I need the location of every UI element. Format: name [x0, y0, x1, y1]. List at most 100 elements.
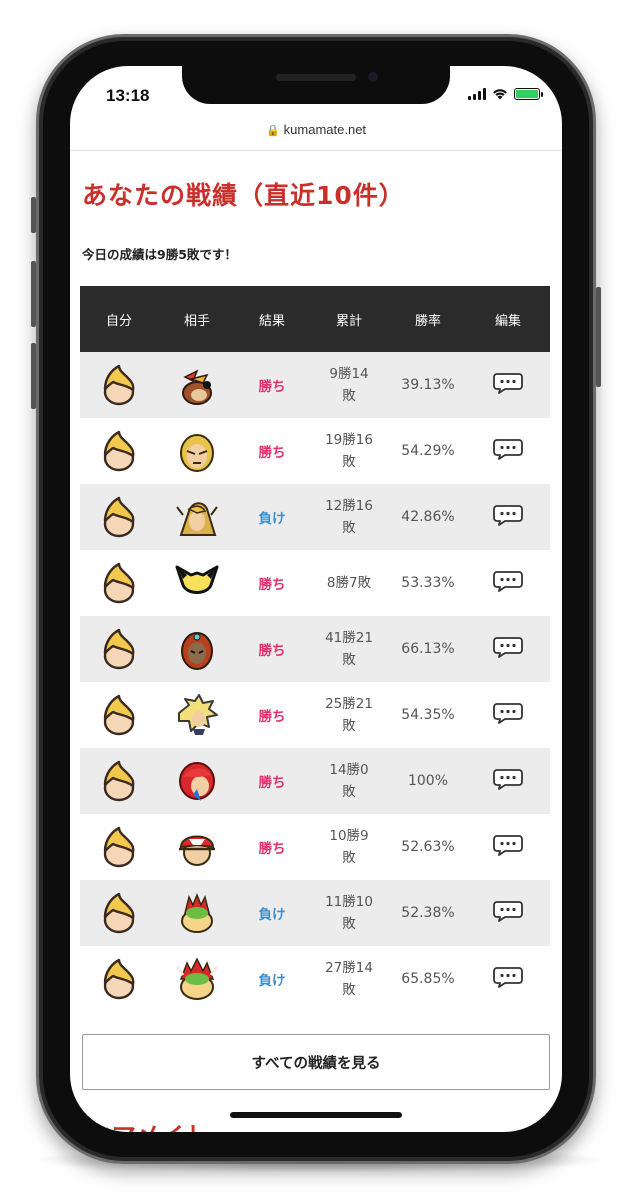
lucas-icon: [97, 825, 141, 869]
record-text-bottom: 敗: [342, 982, 356, 998]
edit-comment-icon[interactable]: [493, 767, 523, 795]
edit-comment-icon[interactable]: [493, 569, 523, 597]
table-row: 負け 12勝16 敗 42.86%: [80, 484, 550, 550]
lucas-icon: [97, 891, 141, 935]
edit-comment-icon[interactable]: [493, 371, 523, 399]
win-rate-cell: 54.35%: [401, 707, 455, 723]
view-all-results-button[interactable]: すべての戦績を見る: [82, 1034, 550, 1090]
win-rate-cell: 42.86%: [401, 509, 455, 525]
lucas-icon: [97, 759, 141, 803]
bowser-icon: [175, 957, 219, 1001]
table-row: 勝ち 14勝0 敗 100%: [80, 748, 550, 814]
url-text: kumamate.net: [283, 122, 367, 137]
home-indicator[interactable]: [230, 1112, 402, 1118]
today-summary: 今日の成績は9勝5敗です！: [82, 247, 237, 262]
lucas-icon: [97, 429, 141, 473]
edit-cell: [466, 437, 550, 465]
address-bar-divider: [70, 150, 562, 151]
header-record: 累計: [335, 313, 362, 329]
edit-cell: [466, 503, 550, 531]
record-text-top: 12勝16: [325, 498, 373, 514]
result-cell: 勝ち: [236, 837, 308, 857]
table-body: 勝ち 9勝14 敗 39.13% 勝ち 19勝16 敗 54.29% 負け 12勝16 敗 42.86…: [80, 352, 550, 1012]
opponent-character-cell: [158, 759, 236, 803]
edit-cell: [466, 899, 550, 927]
opponent-character-cell: [158, 429, 236, 473]
self-character-cell: [80, 825, 158, 869]
self-character-cell: [80, 957, 158, 1001]
header-self: 自分: [105, 313, 132, 329]
record-cell: 14勝0 敗: [308, 759, 390, 803]
battery-icon: [514, 88, 543, 100]
table-row: 勝ち 10勝9 敗 52.63%: [80, 814, 550, 880]
table-row: 勝ち 19勝16 敗 54.29%: [80, 418, 550, 484]
opponent-character-cell: [158, 495, 236, 539]
table-row: 勝ち 8勝7敗 53.33%: [80, 550, 550, 616]
self-character-cell: [80, 363, 158, 407]
self-character-cell: [80, 759, 158, 803]
result-cell: 負け: [236, 969, 308, 989]
record-text-top: 11勝10: [325, 894, 373, 910]
lucas-icon: [97, 627, 141, 671]
result-label: 勝ち: [258, 643, 286, 659]
edit-comment-icon[interactable]: [493, 965, 523, 993]
result-cell: 負け: [236, 903, 308, 923]
record-text-bottom: 敗: [342, 520, 356, 536]
record-text-top: 10勝9: [329, 828, 369, 844]
record-cell: 10勝9 敗: [308, 825, 390, 869]
self-character-cell: [80, 429, 158, 473]
record-text-top: 41勝21: [325, 630, 373, 646]
result-label: 勝ち: [258, 775, 286, 791]
edit-cell: [466, 701, 550, 729]
result-cell: 勝ち: [236, 573, 308, 593]
record-text-top: 14勝0: [329, 762, 369, 778]
phone-screen: 13:18 🔒 kumamate.net あなたの戦績（直近10件） 今日の成績は…: [70, 66, 562, 1132]
opponent-character-cell: [158, 627, 236, 671]
mute-switch: [31, 197, 36, 233]
roy-icon: [175, 759, 219, 803]
edit-comment-icon[interactable]: [493, 899, 523, 927]
record-text-bottom: 敗: [342, 652, 356, 668]
edit-comment-icon[interactable]: [493, 635, 523, 663]
edit-comment-icon[interactable]: [493, 437, 523, 465]
result-cell: 勝ち: [236, 441, 308, 461]
edit-cell: [466, 965, 550, 993]
lucas-icon: [97, 561, 141, 605]
front-camera: [368, 72, 378, 82]
result-cell: 勝ち: [236, 639, 308, 659]
edit-comment-icon[interactable]: [493, 701, 523, 729]
notch: [182, 66, 450, 104]
banjo-kazooie-icon: [175, 363, 219, 407]
opponent-character-cell: [158, 957, 236, 1001]
power-button: [596, 287, 601, 387]
bowser-jr-icon: [175, 891, 219, 935]
win-rate-cell: 53.33%: [401, 575, 455, 591]
header-opponent: 相手: [183, 313, 210, 329]
edit-cell: [466, 635, 550, 663]
result-label: 勝ち: [258, 379, 286, 395]
win-rate-cell: 52.38%: [401, 905, 455, 921]
edit-comment-icon[interactable]: [493, 833, 523, 861]
self-character-cell: [80, 495, 158, 539]
edit-cell: [466, 833, 550, 861]
record-cell: 25勝21 敗: [308, 693, 390, 737]
record-cell: 9勝14 敗: [308, 363, 390, 407]
result-label: 勝ち: [258, 445, 286, 461]
edit-comment-icon[interactable]: [493, 503, 523, 531]
result-label: 勝ち: [258, 577, 286, 593]
win-rate-cell: 100%: [407, 773, 449, 789]
header-edit: 編集: [494, 313, 521, 329]
record-text-top: 19勝16: [325, 432, 373, 448]
opponent-character-cell: [158, 825, 236, 869]
record-text-bottom: 敗: [342, 916, 356, 932]
status-time: 13:18: [106, 86, 150, 105]
result-cell: 負け: [236, 507, 308, 527]
result-cell: 勝ち: [236, 771, 308, 791]
result-label: 負け: [258, 907, 286, 923]
ganondorf-icon: [175, 627, 219, 671]
address-bar[interactable]: 🔒 kumamate.net: [70, 122, 562, 137]
table-row: 勝ち 9勝14 敗 39.13%: [80, 352, 550, 418]
pichu-icon: [175, 561, 219, 605]
self-character-cell: [80, 627, 158, 671]
result-cell: 勝ち: [236, 375, 308, 395]
